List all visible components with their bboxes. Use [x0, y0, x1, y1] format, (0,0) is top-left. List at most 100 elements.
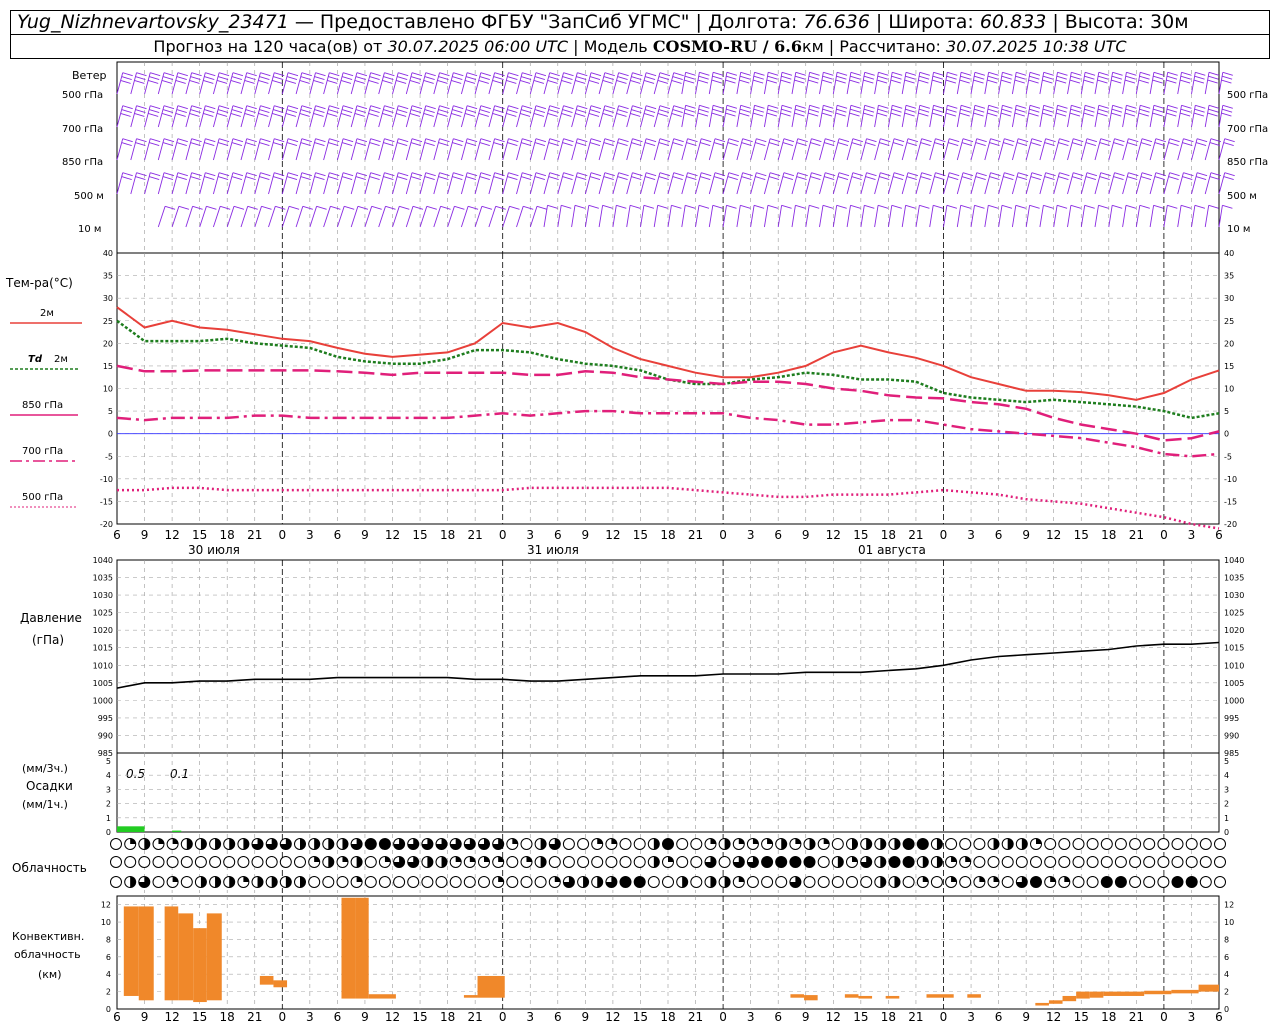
wind-barb-staff: [226, 72, 234, 95]
wind-barb-feather: [590, 138, 602, 143]
wind-barb-feather: [753, 75, 764, 80]
wind-barb-feather: [824, 142, 835, 147]
wind-barb-staff: [474, 206, 483, 228]
wind-barb-feather: [340, 79, 352, 84]
wind-barb: [1108, 104, 1123, 128]
wind-barb-feather: [549, 138, 560, 143]
wind-barb: [199, 138, 216, 161]
wind-barb: [323, 105, 340, 128]
wind-barb-feather: [794, 75, 806, 80]
wind-barb-feather: [824, 176, 835, 181]
convective-bar: [844, 994, 859, 998]
wind-barb-staff: [653, 172, 661, 195]
wind-barb: [860, 104, 875, 128]
wind-barb-staff: [1204, 138, 1212, 161]
wind-barb-feather: [480, 72, 491, 77]
cloud-fill-part: [809, 838, 816, 850]
wind-barb: [1011, 204, 1026, 228]
wind-barb-feather: [811, 138, 822, 143]
wind-barb-feather: [218, 138, 230, 143]
cloud-fill-part: [328, 856, 334, 868]
wind-barb-staff: [874, 72, 879, 95]
wind-barb-staff: [832, 105, 838, 128]
wind-barb-feather: [341, 76, 353, 81]
wind-barb-feather: [260, 105, 271, 110]
cloud-symbol: [407, 876, 420, 888]
wind-barb-staff: [626, 138, 633, 161]
wind-barb: [1053, 104, 1068, 128]
wind-barb-feather: [523, 205, 534, 210]
wind-barb: [488, 72, 505, 95]
temp-tick-label-right: 40: [1224, 249, 1234, 258]
wind-barb: [1080, 172, 1098, 195]
wind-barb-feather: [1001, 204, 1013, 209]
cloud-symbol: [1157, 876, 1170, 888]
precip-tick-label-right: 4: [1224, 771, 1229, 780]
wind-barb-feather: [370, 172, 381, 177]
wind-barb: [1094, 172, 1111, 195]
wind-barb-staff: [819, 138, 826, 161]
conv-title-2: облачность: [14, 948, 81, 961]
precip-tick-label-right: 0: [1224, 828, 1229, 837]
convective-bars: [123, 897, 1219, 1006]
wind-barb-feather: [1098, 75, 1109, 80]
wind-barb-feather: [1181, 71, 1192, 76]
conv-tick-label-right: 8: [1224, 935, 1229, 944]
wind-barb-staff: [887, 205, 893, 228]
convective-bar: [259, 975, 274, 985]
wind-barb-feather: [246, 105, 257, 110]
wind-barb: [405, 138, 423, 161]
wind-barb: [226, 172, 244, 195]
wind-barb: [763, 138, 781, 161]
wind-barb-feather: [877, 75, 888, 80]
wind-barb-feather: [507, 76, 518, 81]
wind-barb-feather: [175, 79, 186, 84]
wind-barb-feather: [410, 176, 422, 181]
wind-barb: [956, 204, 971, 228]
wind-barb-feather: [384, 105, 395, 110]
wind-barb-feather: [1182, 176, 1193, 181]
wind-barb-staff: [805, 138, 812, 161]
cloud-fill-part: [200, 876, 207, 888]
wind-barb-feather: [588, 204, 599, 209]
cloud-fill-part: [172, 838, 179, 844]
wind-barb: [598, 138, 615, 161]
wind-barb-staff: [584, 72, 592, 95]
hour-tick-label: 0: [1160, 528, 1168, 542]
wind-barb-feather: [121, 109, 132, 114]
conv-tick-label-right: 6: [1224, 953, 1229, 962]
wind-barb-feather: [1169, 172, 1180, 177]
cloud-symbol: [1001, 856, 1014, 868]
wind-barb-staff: [1177, 138, 1184, 161]
wind-barb: [474, 105, 491, 128]
wind-barb-staff: [323, 172, 330, 195]
wind-barb-feather: [275, 205, 286, 210]
wind-barb: [157, 172, 175, 195]
cloud-symbol: [817, 856, 830, 868]
cloud-fill-part: [300, 838, 306, 850]
wind-barb-staff: [598, 138, 606, 161]
wind-barb-staff: [543, 138, 551, 161]
cloud-fill-part: [993, 838, 1000, 850]
wind-barb-feather: [453, 138, 464, 143]
wind-barb-feather: [1055, 79, 1067, 84]
wind-barb-feather: [838, 138, 850, 143]
hour-tick-label: 12: [605, 528, 620, 542]
wind-barb-feather: [632, 138, 643, 143]
wind-level-500hpa-right: 500 гПа: [1227, 90, 1268, 101]
wind-barb-feather: [150, 105, 161, 110]
wind-barb: [295, 105, 312, 128]
wind-barb: [640, 172, 657, 195]
wind-barb-feather: [466, 72, 478, 77]
temp-tick-label-right: 20: [1224, 339, 1234, 348]
wind-barb-feather: [576, 142, 587, 147]
conv-tick-label: 12: [101, 901, 111, 910]
wind-barb-staff: [874, 172, 881, 195]
wind-barb-feather: [1114, 172, 1125, 177]
wind-barb-feather: [260, 72, 271, 77]
wind-barb-feather: [535, 172, 547, 177]
wind-barb: [929, 71, 944, 95]
cloud-symbol: [1185, 838, 1198, 850]
cloud-symbol: [520, 876, 533, 888]
wind-barb-feather: [1141, 172, 1153, 177]
